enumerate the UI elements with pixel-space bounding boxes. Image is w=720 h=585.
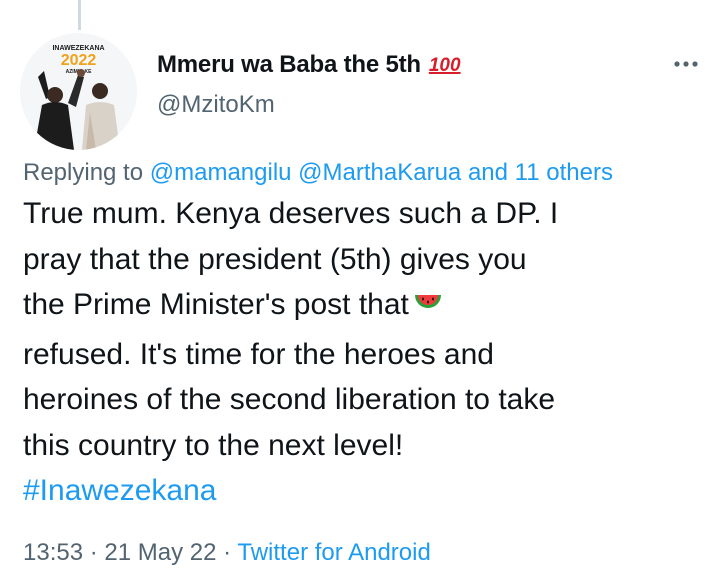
avatar[interactable]: INAWEZEKANA 2022 AZIMIO.KE <box>20 33 137 150</box>
mention-link-mamangilu[interactable]: @mamangilu <box>150 159 292 186</box>
avatar-top-text: INAWEZEKANA <box>52 45 104 52</box>
replying-to-label: Replying to <box>23 159 144 186</box>
replying-to-line: Replying to @mamangilu @MarthaKarua and … <box>23 156 703 190</box>
tweet-text-fragment: the Prime Minister's post that <box>23 288 409 321</box>
tweet-header: Mmeru wa Baba the 5th 100 @MzitoKm <box>157 48 700 119</box>
meta-separator: · <box>89 539 98 566</box>
tweet-text-line: pray that the president (5th) gives you <box>23 242 527 276</box>
tweet-text-line: this country to the next level! <box>23 428 404 462</box>
meta-separator: · <box>223 539 232 566</box>
hashtag-link[interactable]: #Inawezekana <box>23 474 216 507</box>
hashtag-line: #Inawezekana <box>23 468 703 514</box>
tweet-text: True mum. Kenya deserves such a DP. I pr… <box>23 191 703 514</box>
thread-connector-line <box>78 0 81 30</box>
avatar-year: 2022 <box>61 52 97 69</box>
source-link[interactable]: Twitter for Android <box>237 539 430 566</box>
display-name[interactable]: Mmeru wa Baba the 5th <box>157 51 421 79</box>
others-link[interactable]: and 11 others <box>468 159 613 186</box>
mention-link-marthakarua[interactable]: @MarthaKarua <box>298 159 461 186</box>
tweet-text-line: True mum. Kenya deserves such a DP. I <box>23 197 559 230</box>
tweet-text-line: refused. It's time for the heroes and <box>23 337 494 371</box>
tweet-metadata: 13:53 · 21 May 22 · Twitter for Android <box>23 536 431 570</box>
watermelon-icon <box>413 286 443 332</box>
tweet-time[interactable]: 13:53 <box>23 539 83 566</box>
user-handle[interactable]: @MzitoKm <box>157 91 700 119</box>
tweet-date[interactable]: 21 May 22 <box>104 539 216 566</box>
tweet-body: Replying to @mamangilu @MarthaKarua and … <box>23 156 703 514</box>
more-options-button[interactable] <box>672 50 700 78</box>
tweet-text-line: heroines of the second liberation to tak… <box>23 383 556 416</box>
avatar-image: INAWEZEKANA 2022 AZIMIO.KE <box>20 33 137 150</box>
display-name-row: Mmeru wa Baba the 5th 100 <box>157 48 700 82</box>
hundred-points-icon: 100 <box>428 54 461 76</box>
tweet-text-line: the Prime Minister's post that <box>23 282 703 332</box>
more-dots-icon <box>674 61 698 67</box>
